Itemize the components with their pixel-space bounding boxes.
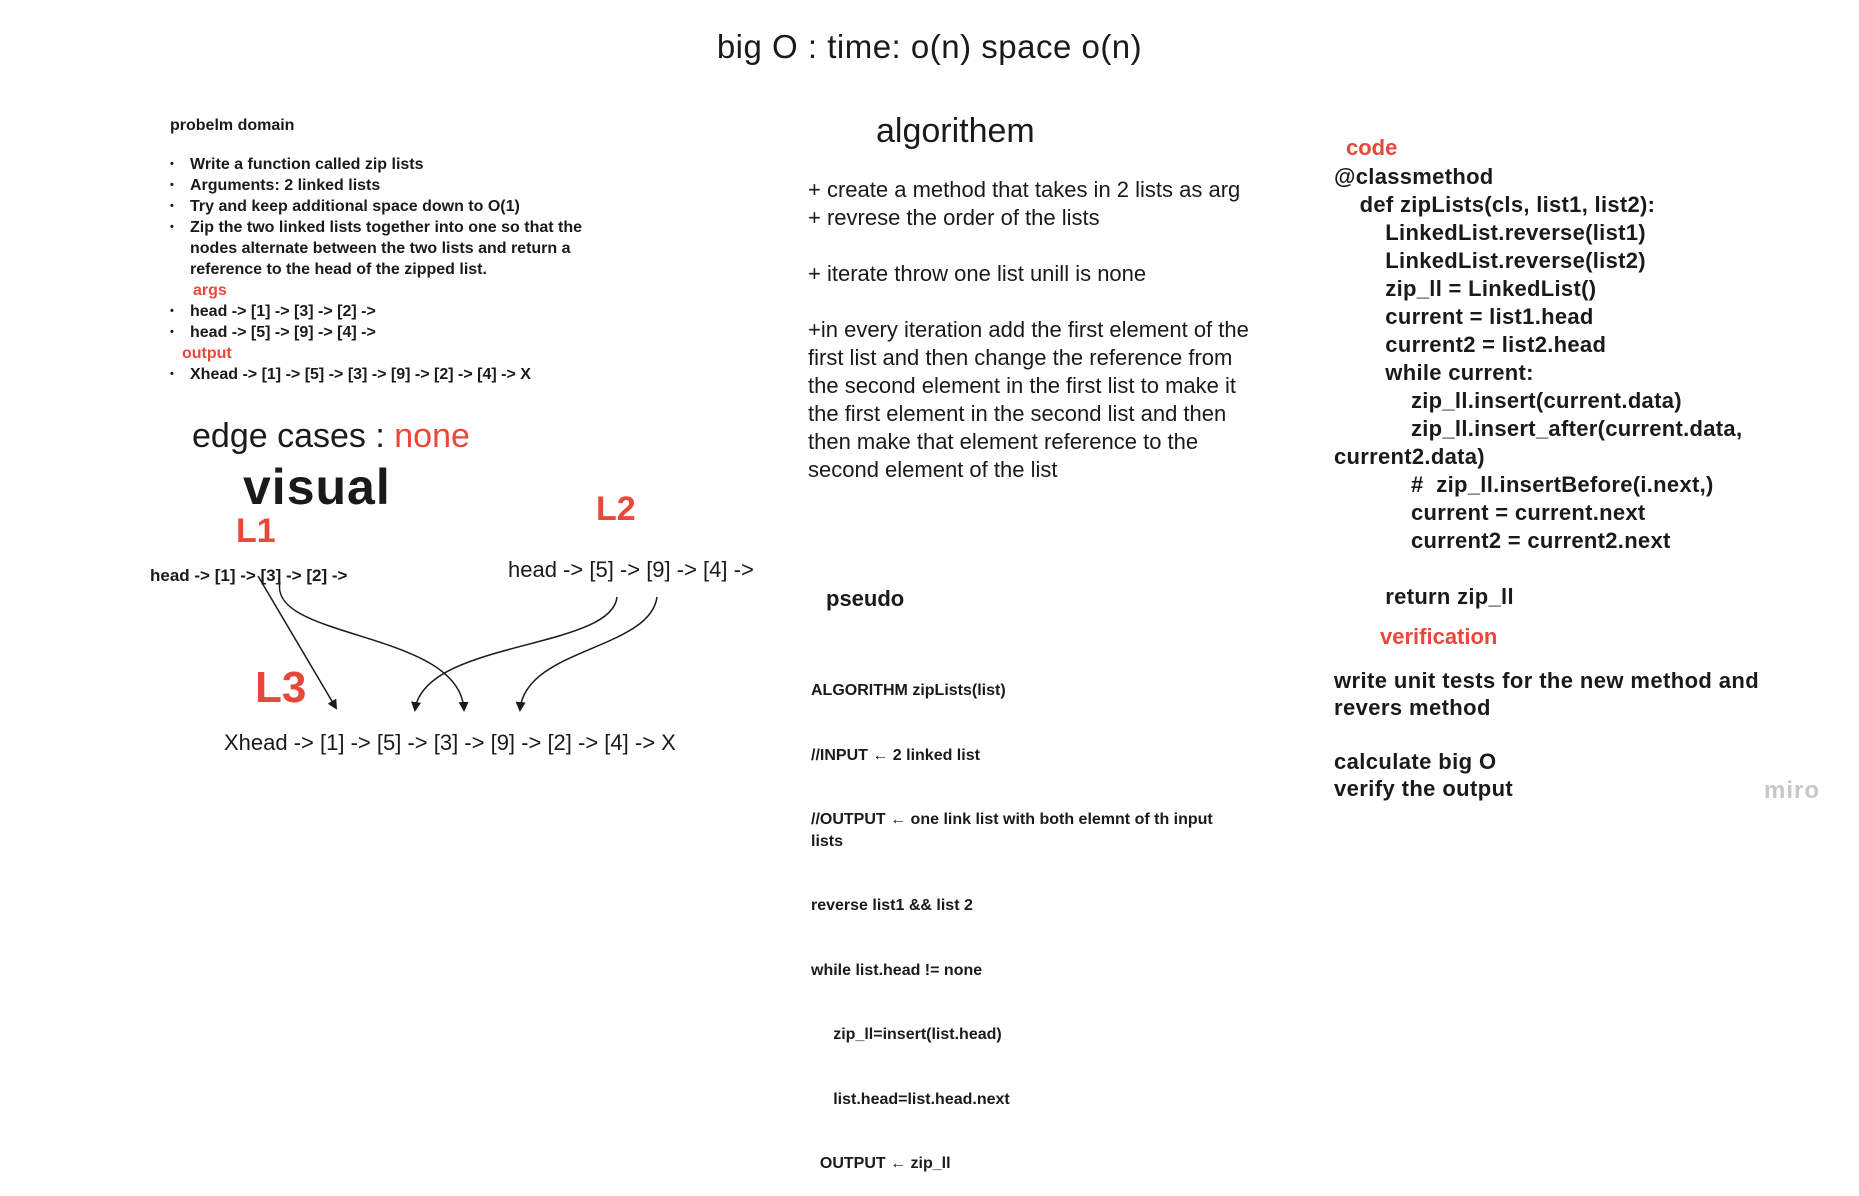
pseudo-heading: pseudo bbox=[826, 586, 905, 611]
algorithm-step: + create a method that takes in 2 lists … bbox=[808, 177, 1241, 230]
code-block: @classmethod def zipLists(cls, list1, li… bbox=[1334, 164, 1743, 609]
algorithm-steps: + create a method that takes in 2 lists … bbox=[808, 176, 1268, 512]
pseudo-code: ALGORITHM zipLists(list) //INPUT ← 2 lin… bbox=[811, 637, 1251, 1196]
pseudo-line: //OUTPUT ← one link list with both elemn… bbox=[811, 811, 1213, 850]
pseudo-line: while list.head != none bbox=[811, 961, 983, 979]
algorithm-step: +in every iteration add the first elemen… bbox=[808, 317, 1249, 482]
arrow-node-3 bbox=[278, 581, 469, 712]
algorithm-heading: algorithem bbox=[876, 112, 1035, 150]
pseudo-line: list.head=list.head.next bbox=[811, 1090, 1010, 1108]
miro-logo: miro bbox=[1764, 777, 1821, 804]
pseudo-line: reverse list1 && list 2 bbox=[811, 897, 973, 914]
arrow-node-9 bbox=[515, 596, 658, 712]
arrow-node-1 bbox=[257, 575, 338, 710]
verification-text: write unit tests for the new method and … bbox=[1334, 668, 1760, 801]
pseudo-line: ALGORITHM zipLists(list) bbox=[811, 682, 1006, 699]
verification-heading: verification bbox=[1380, 624, 1498, 649]
pseudo-line: zip_ll=insert(list.head) bbox=[811, 1026, 1002, 1043]
algorithm-step: + iterate throw one list unill is none bbox=[808, 261, 1147, 286]
arrow-node-5 bbox=[411, 596, 618, 712]
pseudo-line: //INPUT ← 2 linked list bbox=[811, 746, 980, 764]
pseudo-line: OUTPUT ← zip_ll bbox=[811, 1155, 951, 1172]
code-heading: code bbox=[1346, 135, 1398, 160]
